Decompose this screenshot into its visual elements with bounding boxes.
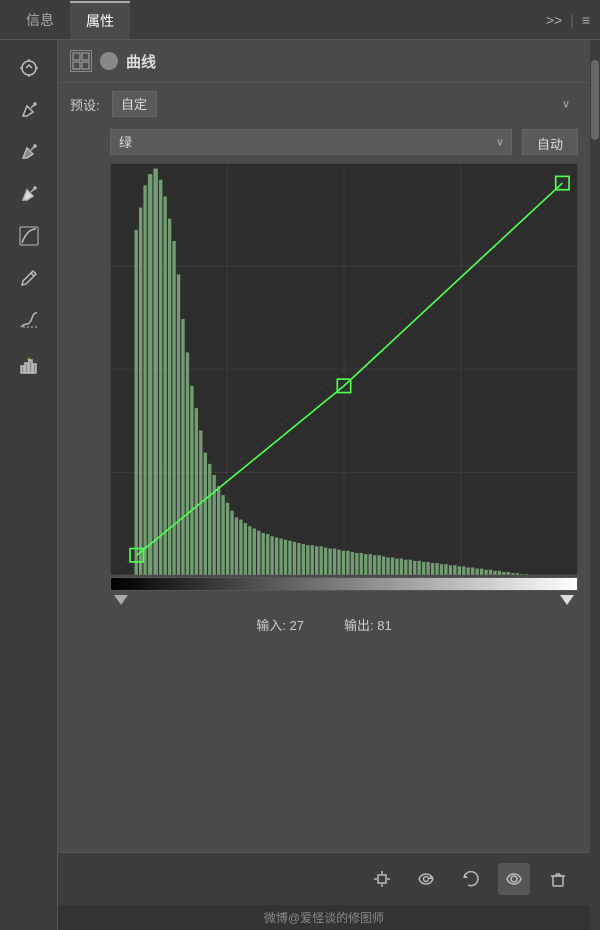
tab-properties[interactable]: 属性 — [70, 1, 130, 39]
curve-tool[interactable] — [11, 218, 47, 254]
output-label: 输出: 81 — [344, 615, 392, 634]
tab-info[interactable]: 信息 — [10, 2, 70, 38]
preset-select-wrapper: 自定 — [112, 91, 578, 117]
undo-button[interactable] — [454, 863, 486, 895]
gradient-slider[interactable] — [110, 577, 578, 591]
white-point-marker[interactable] — [560, 595, 574, 605]
curve-svg[interactable] — [110, 163, 578, 575]
bottom-toolbar — [58, 852, 590, 905]
channel-row: 绿 自动 — [58, 125, 590, 163]
panel-title: 曲线 — [126, 51, 156, 72]
watermark: 微博@爱怪谈的修图师 — [58, 905, 590, 930]
black-point-marker[interactable] — [114, 595, 128, 605]
scrollbar[interactable] — [590, 40, 600, 930]
gradient-markers — [110, 591, 578, 605]
auto-button[interactable]: 自动 — [522, 129, 578, 155]
curve-container — [110, 163, 578, 605]
header-controls: >> | ≡ — [546, 12, 590, 28]
gray-point-eyedropper[interactable] — [11, 134, 47, 170]
adjustment-circle — [100, 52, 118, 70]
histogram-warning-tool[interactable] — [11, 348, 47, 384]
eye-loop-button[interactable] — [410, 863, 442, 895]
preset-select[interactable]: 自定 — [112, 91, 157, 117]
title-row: 曲线 — [58, 40, 590, 83]
content-area: 曲线 预设: 自定 绿 自动 — [58, 40, 590, 905]
left-toolbar — [0, 40, 58, 930]
main-panel: 曲线 预设: 自定 绿 自动 — [0, 40, 600, 930]
channel-select-wrapper: 绿 — [110, 129, 512, 155]
white-point-eyedropper[interactable] — [11, 176, 47, 212]
preset-row: 预设: 自定 — [58, 83, 590, 125]
visibility-button[interactable] — [498, 863, 530, 895]
expand-icon[interactable]: >> — [546, 12, 562, 28]
pencil-tool[interactable] — [11, 260, 47, 296]
scrollbar-thumb[interactable] — [591, 60, 599, 140]
preset-label: 预设: — [70, 95, 102, 114]
black-point-eyedropper[interactable] — [11, 92, 47, 128]
menu-icon[interactable]: ≡ — [582, 12, 590, 28]
target-adjustment-bottom[interactable] — [366, 863, 398, 895]
smooth-curve-tool[interactable] — [11, 302, 47, 338]
output-value: 81 — [377, 618, 391, 633]
delete-button[interactable] — [542, 863, 574, 895]
grid-icon — [70, 50, 92, 72]
input-value: 27 — [290, 618, 304, 633]
channel-select[interactable]: 绿 — [110, 129, 512, 155]
input-label: 输入: 27 — [256, 615, 304, 634]
target-adjustment-tool[interactable] — [11, 50, 47, 86]
io-row: 输入: 27 输出: 81 — [58, 605, 590, 644]
tab-bar: 信息 属性 >> | ≡ — [0, 0, 600, 40]
